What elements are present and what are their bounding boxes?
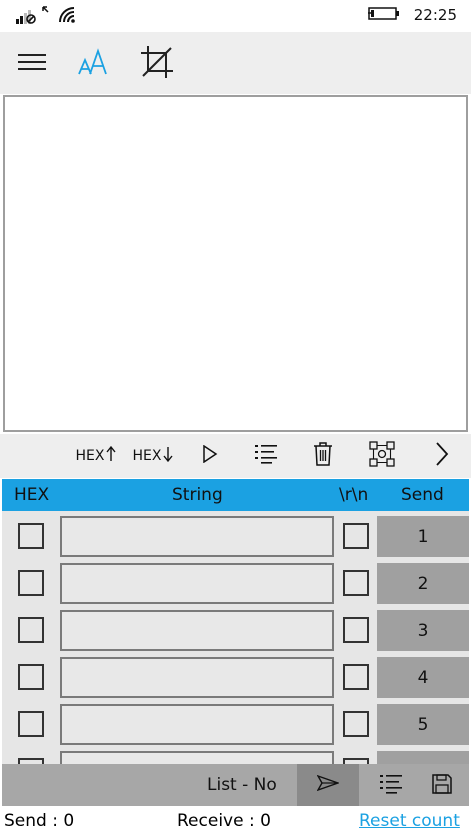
next-button[interactable]: [428, 440, 456, 472]
receive-output-area[interactable]: [3, 95, 468, 432]
hex-up-label: HEX: [75, 448, 105, 464]
send-grid-header: HEX String \r\n Send: [2, 479, 469, 511]
send-row: 5: [2, 703, 469, 750]
font-size-icon: [77, 47, 111, 81]
list-mode-label: List - No: [207, 775, 277, 795]
string-input[interactable]: [60, 751, 334, 764]
crop-icon: [140, 45, 174, 83]
toolbar: HEX HEX: [0, 434, 471, 478]
send-row-button[interactable]: 3: [377, 610, 469, 651]
arrow-down-icon: [163, 446, 174, 466]
reset-count-link[interactable]: Reset count: [359, 811, 460, 831]
string-input[interactable]: [60, 657, 334, 698]
header-send: Send: [401, 485, 444, 505]
hamburger-icon: [18, 52, 46, 76]
string-input[interactable]: [60, 563, 334, 604]
header-hex: HEX: [14, 485, 50, 505]
hex-checkbox[interactable]: [18, 664, 44, 690]
crlf-checkbox[interactable]: [343, 570, 369, 596]
list-settings-button[interactable]: [377, 772, 405, 800]
header-string: String: [172, 485, 223, 505]
crlf-checkbox[interactable]: [343, 523, 369, 549]
send-row: 2: [2, 562, 469, 609]
trash-icon: [313, 442, 333, 470]
send-row-button[interactable]: 4: [377, 657, 469, 698]
send-row-button[interactable]: [377, 751, 469, 764]
play-button[interactable]: [196, 440, 224, 472]
status-bar: 22:25: [0, 0, 471, 32]
string-input[interactable]: [60, 516, 334, 557]
header-crlf: \r\n: [339, 485, 369, 505]
hex-checkbox[interactable]: [18, 570, 44, 596]
send-row-button[interactable]: 5: [377, 704, 469, 745]
send-row: 4: [2, 656, 469, 703]
send-row: [2, 750, 469, 764]
save-button[interactable]: [428, 772, 456, 800]
hex-up-button[interactable]: HEX: [72, 440, 120, 472]
list-icon: [255, 444, 277, 468]
crlf-checkbox[interactable]: [343, 711, 369, 737]
hex-down-button[interactable]: HEX: [129, 440, 177, 472]
menu-button[interactable]: [12, 44, 52, 84]
crlf-checkbox[interactable]: [343, 664, 369, 690]
nodes-icon: [369, 441, 395, 471]
receive-count: Receive : 0: [177, 811, 271, 831]
hex-checkbox[interactable]: [18, 523, 44, 549]
send-row: 3: [2, 609, 469, 656]
data-arrows-icon: [42, 6, 52, 28]
signal-icon: [16, 6, 36, 28]
hex-checkbox[interactable]: [18, 617, 44, 643]
chevron-right-icon: [435, 442, 449, 470]
send-row-button[interactable]: 2: [377, 563, 469, 604]
crop-button[interactable]: [137, 44, 177, 84]
crlf-checkbox[interactable]: [343, 617, 369, 643]
send-list-button[interactable]: [297, 764, 359, 806]
arrow-up-icon: [106, 445, 117, 466]
app-bar: [0, 32, 471, 94]
send-row: 1: [2, 515, 469, 562]
list-button[interactable]: [252, 440, 280, 472]
nodes-button[interactable]: [367, 440, 397, 472]
save-icon: [432, 774, 452, 798]
battery-icon: [366, 5, 400, 25]
clock: 22:25: [413, 6, 457, 24]
footer: Send : 0 Receive : 0 Reset count: [0, 808, 471, 837]
send-icon: [316, 774, 341, 795]
wifi-icon: [58, 6, 78, 28]
play-icon: [202, 444, 218, 467]
send-count: Send : 0: [4, 811, 75, 831]
hex-down-label: HEX: [132, 448, 162, 464]
string-input[interactable]: [60, 610, 334, 651]
delete-button[interactable]: [309, 440, 337, 472]
send-row-button[interactable]: 1: [377, 516, 469, 557]
hex-checkbox[interactable]: [18, 711, 44, 737]
string-input[interactable]: [60, 704, 334, 745]
bottom-bar: List - No: [2, 764, 469, 806]
send-rows-list[interactable]: 1 2 3 4 5: [2, 511, 469, 764]
list-icon: [380, 774, 402, 798]
font-size-button[interactable]: [74, 44, 114, 84]
